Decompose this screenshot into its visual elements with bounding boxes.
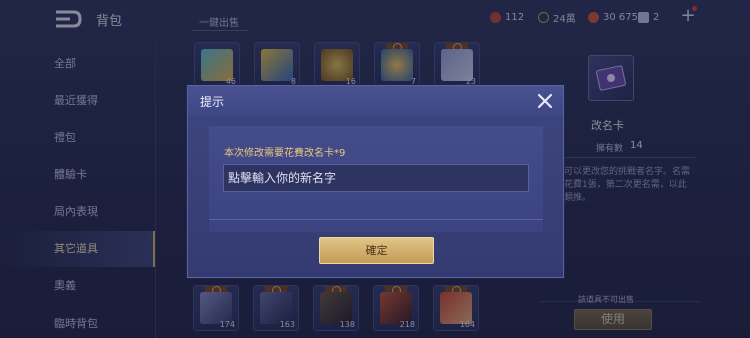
new-name-input[interactable]: [223, 164, 529, 192]
close-icon[interactable]: [535, 91, 555, 111]
confirm-button[interactable]: 確定: [319, 237, 434, 264]
dialog-header: 提示: [188, 86, 563, 116]
dialog-divider: [209, 219, 543, 220]
rename-dialog: 提示 本次修改需要花費改名卡*9 確定: [187, 85, 564, 278]
dialog-body: 本次修改需要花費改名卡*9: [209, 126, 543, 232]
cost-message: 本次修改需要花費改名卡*9: [224, 148, 346, 159]
dialog-title: 提示: [200, 95, 225, 109]
